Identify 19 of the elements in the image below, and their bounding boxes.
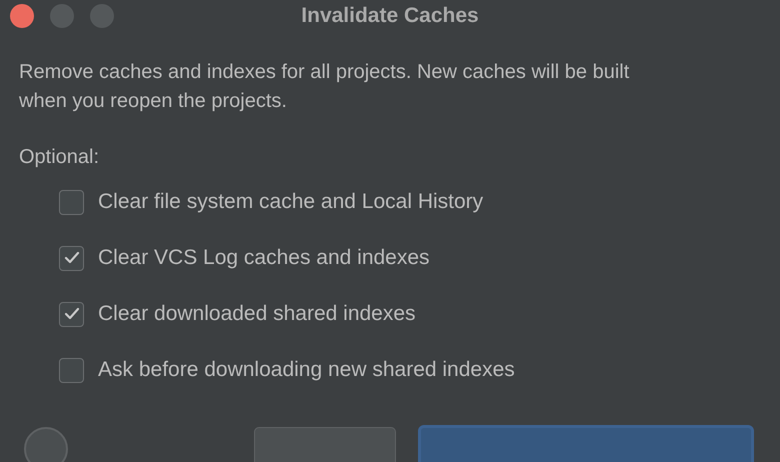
check-icon [64, 251, 80, 265]
checkbox[interactable] [59, 358, 84, 382]
checkbox[interactable] [59, 302, 84, 326]
check-icon [64, 307, 80, 321]
primary-button[interactable] [418, 425, 754, 462]
description-text: Remove caches and indexes for all projects. New caches will be built when you reopen the projects. [19, 60, 630, 114]
zoom-button[interactable] [90, 4, 114, 28]
checkbox[interactable] [59, 246, 84, 270]
checkbox[interactable] [59, 190, 84, 214]
cancel-button[interactable] [254, 427, 396, 462]
section-label: Optional: [19, 146, 100, 168]
option-label: Clear file system cache and Local History [98, 189, 484, 216]
close-button[interactable] [10, 4, 34, 28]
help-button[interactable] [24, 427, 68, 462]
window-title: Invalidate Caches [301, 4, 479, 27]
minimize-button[interactable] [50, 4, 74, 28]
option-label: Ask before downloading new shared indexes [98, 357, 515, 384]
option-label: Clear VCS Log caches and indexes [98, 245, 430, 272]
option-label: Clear downloaded shared indexes [98, 301, 416, 328]
